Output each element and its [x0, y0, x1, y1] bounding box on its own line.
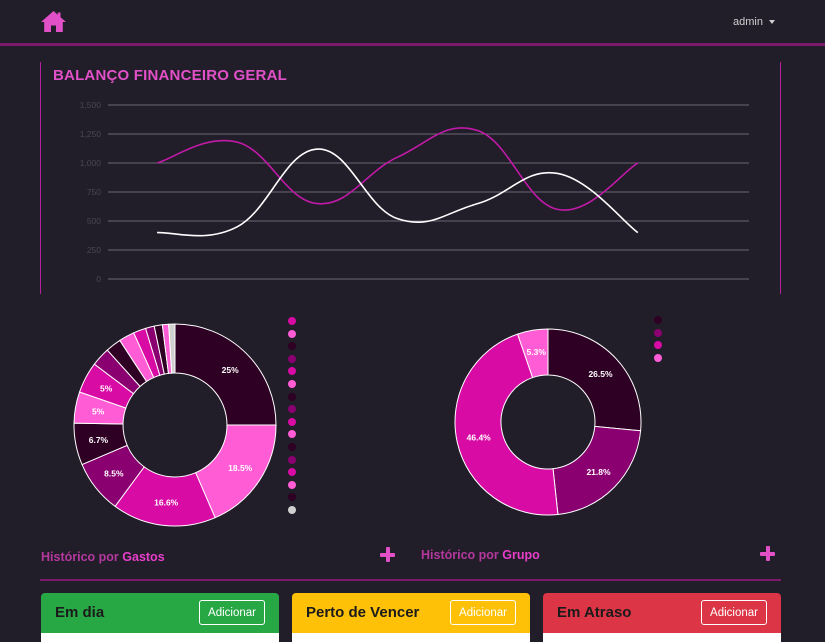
status-card-header: Em Atraso Adicionar	[543, 593, 781, 633]
legend-dot[interactable]	[288, 468, 296, 477]
section-divider	[40, 579, 781, 581]
em-atraso-add-button[interactable]: Adicionar	[701, 600, 767, 625]
slice-label: 26.5%	[588, 369, 613, 379]
status-card-title: Perto de Vencer	[306, 604, 420, 621]
gastos-donut-chart: 25% 18.5% 16.6% 8.5% 6.7% 5% 5%	[73, 323, 277, 527]
slice-label: 16.6%	[154, 498, 179, 508]
balance-panel: BALANÇO FINANCEIRO GERAL 0 250 500 750 1,000…	[40, 62, 781, 294]
donut-slice[interactable]	[547, 328, 642, 432]
legend-dot[interactable]	[288, 329, 296, 338]
grupo-donut-chart: 26.5% 21.8% 46.4% 5.3%	[454, 328, 642, 516]
legend-dot[interactable]	[288, 493, 296, 502]
historico-grupo-label: Histórico por Grupo	[421, 548, 540, 562]
slice-label: 6.7%	[89, 435, 109, 445]
historico-grupo-prefix: Histórico por	[421, 548, 503, 562]
historico-gastos-prefix: Histórico por	[41, 550, 123, 564]
gastos-legend	[288, 317, 308, 517]
legend-dot[interactable]	[288, 367, 296, 376]
slice-label: 5%	[100, 383, 113, 393]
status-card-body	[543, 633, 781, 642]
status-card-body	[41, 633, 279, 642]
legend-dot[interactable]	[288, 443, 296, 451]
historico-grupo-bold: Grupo	[502, 548, 540, 562]
legend-dot[interactable]	[288, 405, 296, 414]
y-tick-label: 750	[87, 187, 101, 197]
y-tick-label: 1,500	[80, 100, 102, 110]
user-name: admin	[733, 16, 763, 28]
y-tick-label: 500	[87, 216, 101, 226]
y-tick-label: 1,250	[80, 129, 102, 139]
status-card-header: Em dia Adicionar	[41, 593, 279, 633]
legend-dot[interactable]	[288, 506, 296, 514]
grupo-legend	[654, 316, 674, 366]
slice-label: 5%	[92, 406, 105, 416]
em-dia-add-button[interactable]: Adicionar	[199, 600, 265, 625]
status-card-perto-de-vencer: Perto de Vencer Adicionar	[292, 593, 530, 642]
slice-label: 46.4%	[467, 432, 492, 442]
home-icon[interactable]	[40, 10, 67, 33]
legend-dot[interactable]	[654, 353, 662, 362]
slice-label: 18.5%	[228, 463, 253, 473]
status-card-em-dia: Em dia Adicionar	[41, 593, 279, 642]
user-dropdown[interactable]: admin	[733, 16, 775, 28]
slice-label: 5.3%	[527, 347, 547, 357]
status-card-header: Perto de Vencer Adicionar	[292, 593, 530, 633]
add-grupo-plus-icon[interactable]	[760, 546, 775, 561]
slice-label: 25%	[222, 365, 239, 375]
legend-dot[interactable]	[654, 316, 662, 324]
perto-de-vencer-add-button[interactable]: Adicionar	[450, 600, 516, 625]
status-card-title: Em Atraso	[557, 604, 632, 621]
legend-dot[interactable]	[654, 328, 662, 337]
add-gastos-plus-icon[interactable]	[380, 547, 395, 562]
historico-gastos-bold: Gastos	[122, 550, 165, 564]
navbar: admin	[0, 0, 825, 46]
slice-label: 21.8%	[586, 467, 611, 477]
legend-dot[interactable]	[288, 354, 296, 363]
legend-dot[interactable]	[288, 392, 296, 401]
status-card-body	[292, 633, 530, 642]
legend-dot[interactable]	[288, 317, 296, 325]
series-line-0	[156, 127, 639, 211]
status-card-title: Em dia	[55, 604, 105, 621]
caret-down-icon	[769, 20, 775, 24]
legend-dot[interactable]	[654, 341, 662, 350]
status-card-em-atraso: Em Atraso Adicionar	[543, 593, 781, 642]
legend-dot[interactable]	[288, 417, 296, 426]
balance-line-chart: 0 250 500 750 1,000 1,250 1,500	[80, 100, 749, 284]
legend-dot[interactable]	[288, 480, 296, 489]
y-tick-label: 0	[96, 274, 101, 284]
legend-dot[interactable]	[288, 430, 296, 439]
legend-dot[interactable]	[288, 380, 296, 388]
legend-dot[interactable]	[288, 342, 296, 351]
historico-gastos-label: Histórico por Gastos	[41, 550, 165, 564]
y-tick-label: 1,000	[80, 158, 102, 168]
legend-dot[interactable]	[288, 455, 296, 464]
y-tick-label: 250	[87, 245, 101, 255]
slice-label: 8.5%	[104, 468, 124, 478]
